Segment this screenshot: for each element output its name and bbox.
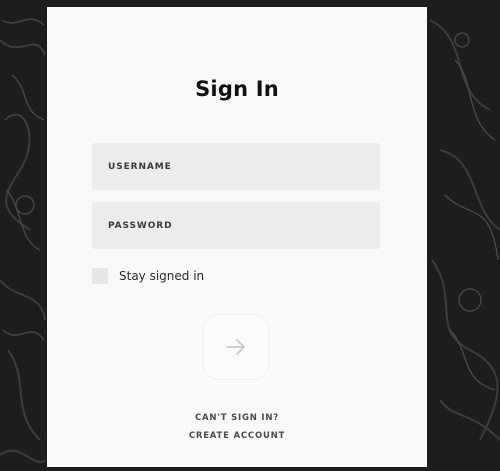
stay-signed-in-checkbox[interactable]	[92, 268, 108, 284]
arrow-right-icon	[226, 339, 245, 355]
sign-in-panel: Sign In Stay signed in CAN'T SIGN IN? CR…	[47, 7, 427, 467]
page-title: Sign In	[195, 77, 279, 101]
username-input[interactable]	[92, 143, 380, 190]
stay-signed-in-label: Stay signed in	[119, 269, 205, 283]
password-input[interactable]	[92, 202, 380, 249]
create-account-link[interactable]: CREATE ACCOUNT	[47, 427, 427, 445]
stay-signed-in-toggle[interactable]: Stay signed in	[92, 267, 204, 285]
sign-in-submit-button[interactable]	[203, 314, 269, 380]
account-links: CAN'T SIGN IN? CREATE ACCOUNT	[47, 409, 427, 445]
cant-sign-in-link[interactable]: CAN'T SIGN IN?	[47, 409, 427, 427]
